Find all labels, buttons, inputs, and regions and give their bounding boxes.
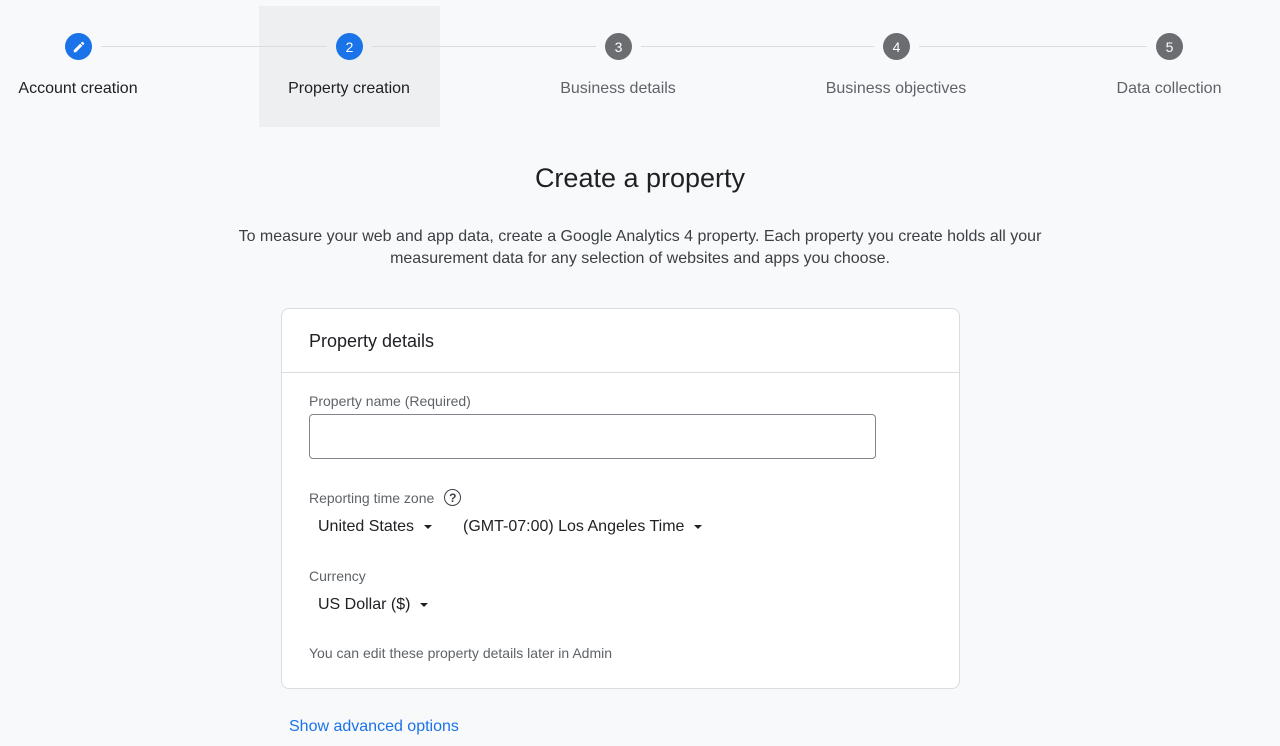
country-dropdown[interactable]: United States xyxy=(318,518,433,536)
currency-dropdown[interactable]: US Dollar ($) xyxy=(318,596,429,614)
step-label: Business objectives xyxy=(825,80,967,97)
step-label: Data collection xyxy=(1116,80,1222,97)
step-label: Account creation xyxy=(18,80,138,97)
pencil-icon xyxy=(65,33,92,60)
timezone-dropdown[interactable]: (GMT-07:00) Los Angeles Time xyxy=(463,518,703,536)
country-value: United States xyxy=(318,518,415,535)
timezone-label: Reporting time zone xyxy=(309,489,435,506)
show-advanced-options-link[interactable]: Show advanced options xyxy=(289,718,459,736)
step-label: Business details xyxy=(560,80,676,97)
caret-down-icon xyxy=(694,525,703,529)
step-number: 2 xyxy=(336,33,363,60)
property-name-input[interactable] xyxy=(309,414,876,459)
timezone-label-row: Reporting time zone ? xyxy=(309,489,462,506)
currency-value: US Dollar ($) xyxy=(318,596,411,613)
property-details-card: Property details Property name (Required… xyxy=(281,308,960,689)
step-label: Property creation xyxy=(288,80,410,97)
property-name-label: Property name (Required) xyxy=(309,393,471,409)
help-icon[interactable]: ? xyxy=(444,489,462,506)
page-title: Create a property xyxy=(534,163,746,193)
step-connector xyxy=(641,46,874,47)
timezone-value: (GMT-07:00) Los Angeles Time xyxy=(463,518,685,535)
step-connector xyxy=(919,46,1147,47)
step-number: 3 xyxy=(605,33,632,60)
description-line: To measure your web and app data, create… xyxy=(238,228,1042,245)
description-line: measurement data for any selection of we… xyxy=(390,250,890,267)
currency-label: Currency xyxy=(309,568,366,584)
caret-down-icon xyxy=(424,525,433,529)
page-description: To measure your web and app data, create… xyxy=(0,226,1280,270)
step-number: 5 xyxy=(1156,33,1183,60)
edit-hint: You can edit these property details late… xyxy=(309,645,613,661)
step-connector xyxy=(101,46,327,47)
step-connector xyxy=(372,46,596,47)
step-number: 4 xyxy=(883,33,910,60)
active-step-highlight xyxy=(259,6,440,127)
caret-down-icon xyxy=(420,603,429,607)
card-header: Property details xyxy=(309,331,435,351)
divider xyxy=(282,372,959,373)
